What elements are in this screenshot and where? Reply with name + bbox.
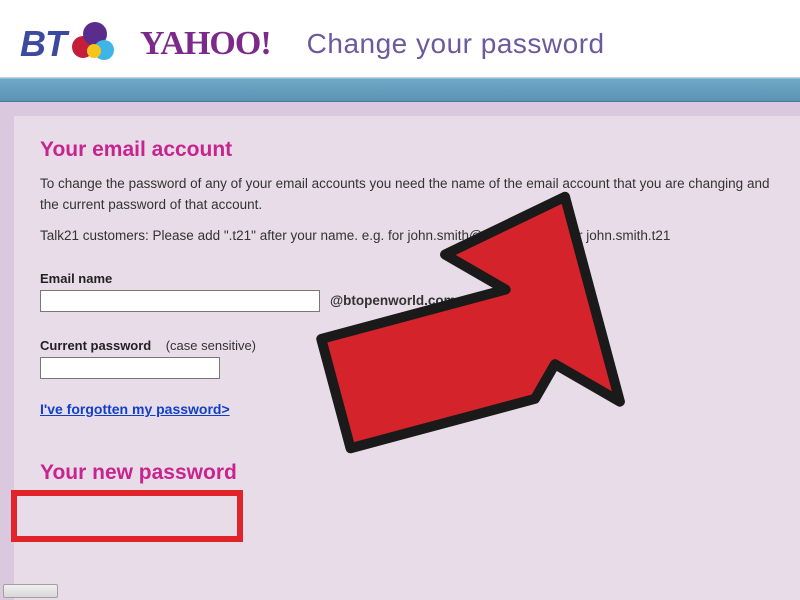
email-account-heading: Your email account [40, 138, 774, 162]
case-sensitive-note: (case sensitive) [166, 338, 256, 353]
forgot-password-link[interactable]: I've forgotten my password> [40, 401, 230, 417]
bt-logo: BT [20, 22, 116, 66]
bt-globe-icon [72, 22, 116, 66]
header: BT YAHOO! Change your password [0, 0, 800, 78]
intro-text-2: Talk21 customers: Please add ".t21" afte… [40, 226, 774, 247]
current-password-label: Current password [40, 338, 151, 353]
page-title: Change your password [307, 28, 605, 60]
current-password-input[interactable] [40, 357, 220, 379]
email-domain-hint: @btopenworld.com or @talk21.com [330, 293, 558, 308]
horizontal-scrollbar[interactable] [3, 584, 58, 598]
yahoo-logo-text: YAHOO! [140, 25, 271, 63]
email-name-label: Email name [40, 271, 112, 286]
email-name-input[interactable] [40, 290, 320, 312]
content-area: Your email account To change the passwor… [0, 102, 800, 600]
form-panel: Your email account To change the passwor… [14, 116, 800, 600]
intro-text-1: To change the password of any of your em… [40, 174, 774, 216]
bt-logo-text: BT [20, 23, 66, 65]
new-password-heading: Your new password [40, 461, 774, 485]
nav-bar [0, 78, 800, 102]
